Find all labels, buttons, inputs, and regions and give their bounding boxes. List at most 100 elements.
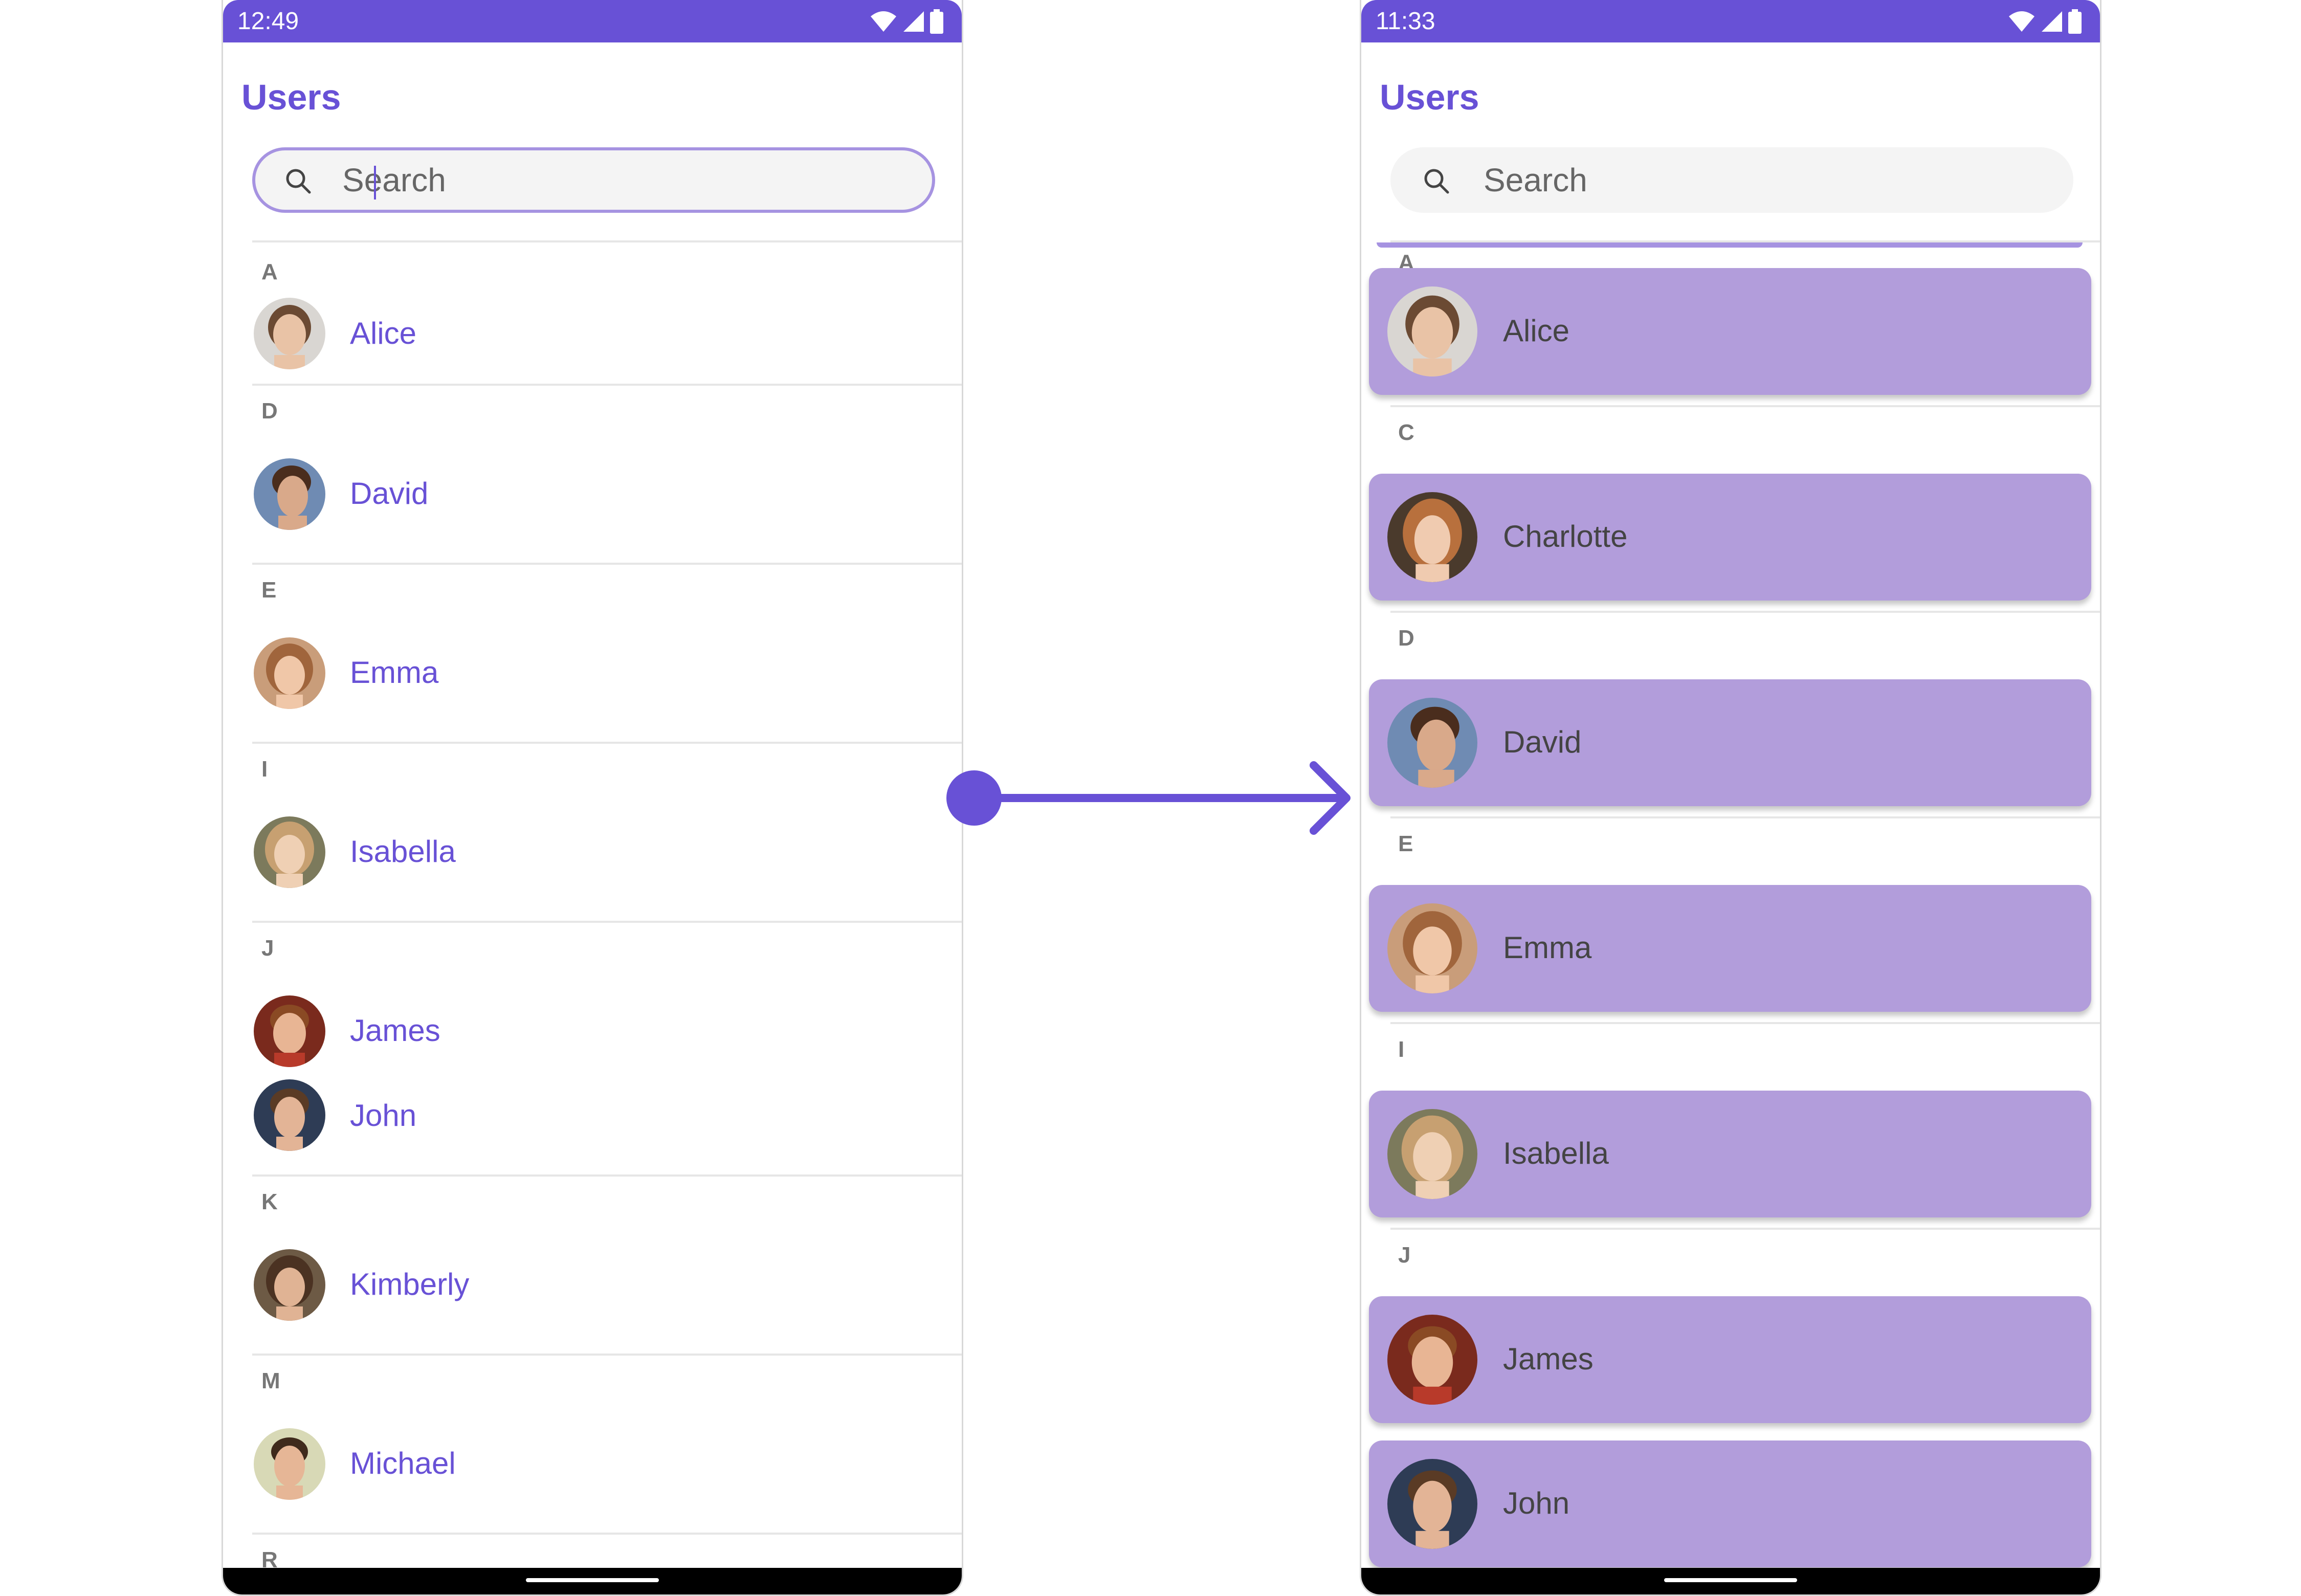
user-list[interactable]: A Alice C Charlotte D David E Emma I Isa… [1361, 240, 2100, 1567]
divider [252, 384, 962, 386]
avatar-isabella [254, 816, 325, 888]
divider [1390, 1022, 2100, 1024]
list-item-card[interactable]: Isabella [1369, 1091, 2091, 1217]
user-name: Michael [350, 1446, 456, 1480]
section-letter: I [261, 757, 268, 782]
search-icon [286, 169, 311, 194]
wifi-icon [871, 11, 896, 32]
user-name: Alice [1503, 314, 1570, 348]
user-name: John [350, 1098, 417, 1133]
avatar-kimberly [254, 1249, 325, 1321]
search-bar[interactable] [252, 147, 935, 213]
list-item-card[interactable]: Emma [1369, 885, 2091, 1012]
avatar-charlotte [1387, 492, 1477, 582]
user-name: Emma [1503, 930, 1592, 965]
phone-screen-styled: 11:33 Users A Alice C [1360, 0, 2101, 1596]
list-section: A [1361, 248, 2100, 274]
list-item-card[interactable]: David [1369, 679, 2091, 806]
user-name: James [350, 1013, 440, 1048]
navigation-bar [1361, 1568, 2100, 1594]
cell-signal-icon [903, 11, 924, 32]
list-item[interactable]: Emma [223, 606, 962, 742]
status-time: 12:49 [237, 8, 299, 35]
card-edge [1377, 242, 2083, 248]
user-name: Kimberly [350, 1267, 470, 1301]
divider [1390, 816, 2100, 818]
arrow-right-icon [946, 761, 1351, 835]
page-title: Users [1380, 77, 1479, 117]
avatar-alice [254, 298, 325, 369]
user-name: Alice [350, 316, 417, 350]
navigation-bar [223, 1568, 962, 1594]
wifi-icon [2009, 11, 2034, 32]
user-list[interactable]: A Alice D David E Emma I Isabella J Jame… [223, 240, 962, 1576]
cell-signal-icon [2042, 11, 2062, 32]
list-item[interactable]: James [223, 964, 962, 1079]
divider [252, 563, 962, 565]
divider [252, 240, 962, 242]
search-input[interactable] [1484, 147, 2046, 213]
divider [1390, 611, 2100, 613]
section-letter: E [1398, 831, 1413, 856]
divider [1390, 405, 2100, 407]
battery-icon [930, 9, 943, 34]
divider [252, 742, 962, 744]
user-name: Charlotte [1503, 519, 1628, 553]
section-letter: J [261, 936, 274, 961]
section-letter: C [1398, 420, 1414, 445]
list-item[interactable]: John [223, 1079, 962, 1174]
avatar-john [254, 1079, 325, 1151]
user-name: David [1503, 725, 1582, 759]
divider [252, 921, 962, 923]
divider [252, 1533, 962, 1535]
page-title: Users [241, 77, 341, 117]
section-letter: D [1398, 626, 1414, 651]
user-name: James [1503, 1342, 1594, 1376]
avatar-isabella [1387, 1109, 1477, 1199]
list-item[interactable]: Michael [223, 1396, 962, 1533]
list-item[interactable]: Kimberly [223, 1217, 962, 1354]
home-handle[interactable] [526, 1578, 659, 1582]
user-name: Isabella [1503, 1136, 1609, 1170]
avatar-emma [1387, 903, 1477, 993]
list-item[interactable]: Isabella [223, 785, 962, 921]
list-item-card[interactable]: Charlotte [1369, 474, 2091, 601]
status-bar: 12:49 [223, 0, 962, 42]
search-bar[interactable] [1390, 147, 2073, 213]
section-letter: K [261, 1189, 278, 1214]
avatar-michael [254, 1428, 325, 1500]
status-bar: 11:33 [1361, 0, 2100, 42]
user-name: Emma [350, 655, 439, 690]
avatar-alice [1387, 286, 1477, 376]
avatar-james [1387, 1315, 1477, 1405]
phone-screen-default: 12:49 Users A Alice D [222, 0, 963, 1596]
divider [1390, 1228, 2100, 1230]
list-item-card[interactable]: John [1369, 1440, 2091, 1567]
status-icons [870, 7, 943, 36]
avatar-david [1387, 698, 1477, 788]
user-name: David [350, 476, 429, 511]
search-input[interactable] [342, 150, 905, 210]
section-letter: J [1398, 1243, 1411, 1268]
avatar-emma [254, 637, 325, 709]
avatar-john [1387, 1459, 1477, 1549]
section-letter: D [261, 398, 278, 424]
list-item[interactable]: Alice [223, 257, 962, 384]
avatar-james [254, 995, 325, 1067]
divider [252, 1354, 962, 1356]
user-name: Isabella [350, 834, 456, 869]
divider [252, 1174, 962, 1177]
status-time: 11:33 [1376, 8, 1435, 35]
avatar-david [254, 458, 325, 530]
section-letter: I [1398, 1037, 1405, 1062]
text-caret [374, 166, 376, 199]
list-item-card[interactable]: James [1369, 1296, 2091, 1423]
list-item[interactable]: David [223, 427, 962, 563]
battery-icon [2068, 9, 2082, 34]
list-item-card[interactable]: Alice [1369, 268, 2091, 395]
status-icons [2008, 7, 2082, 36]
search-icon [1424, 169, 1449, 194]
user-name: John [1503, 1486, 1570, 1520]
home-handle[interactable] [1664, 1578, 1797, 1582]
section-letter: M [261, 1368, 280, 1393]
